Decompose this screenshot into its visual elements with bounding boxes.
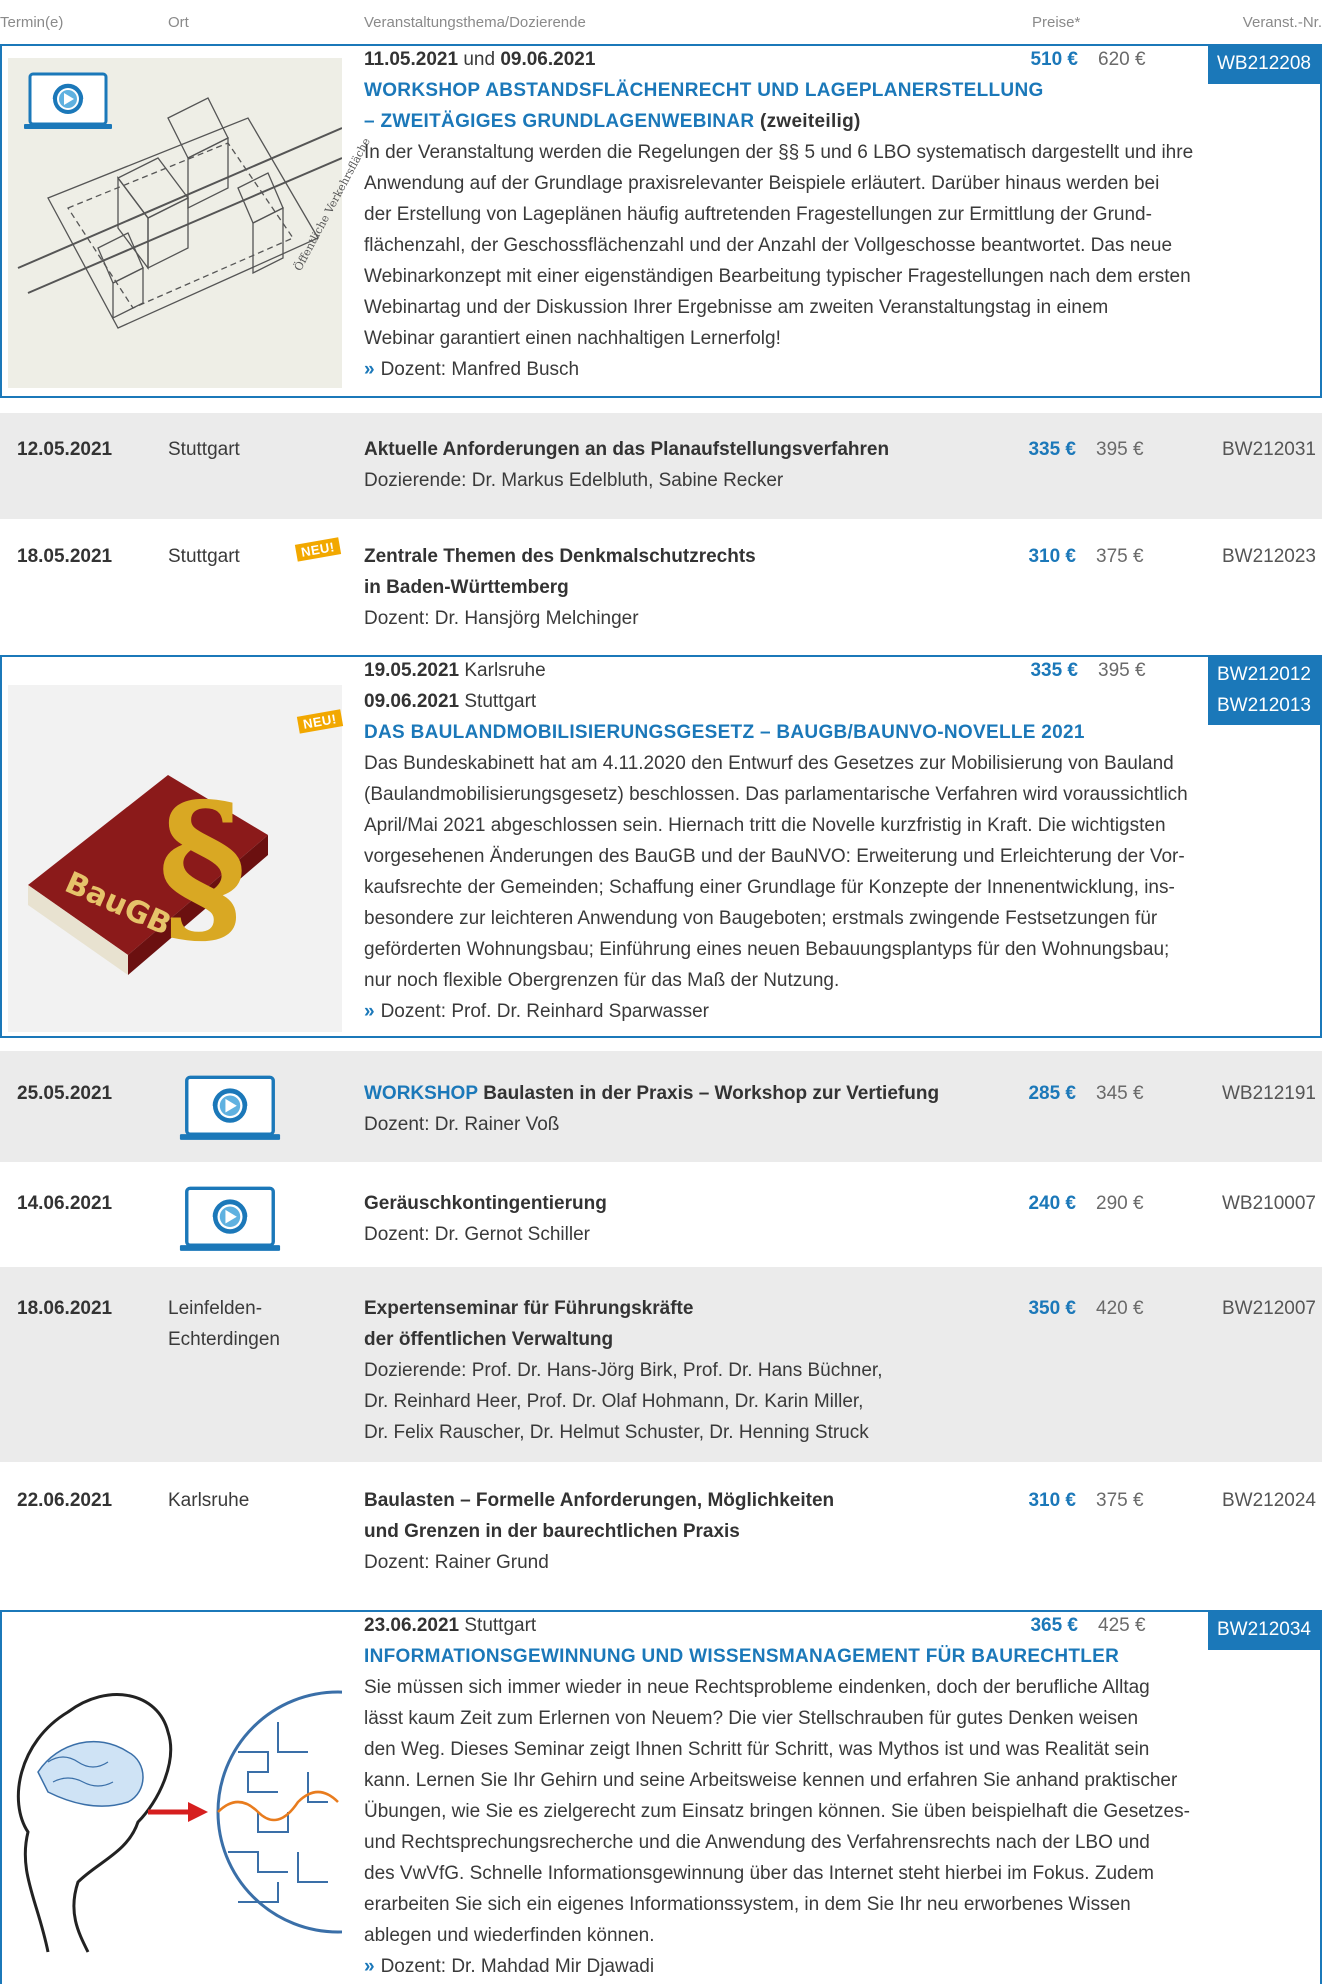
event-dates: 11.05.2021 und 09.06.2021 <box>364 49 596 70</box>
price-regular: 345 € <box>1096 1083 1144 1104</box>
price-members: 335 € <box>1028 439 1076 460</box>
price-members: 510 € <box>1030 49 1078 70</box>
event-speaker: Dozent: Dr. Gernot Schiller <box>364 1224 590 1245</box>
event-title-line2: in Baden-Württemberg <box>364 577 569 598</box>
event-place: Leinfelden- <box>168 1298 263 1319</box>
event-title: Aktuelle Anforderungen an das Planaufste… <box>364 439 890 460</box>
webinar-laptop-icon <box>178 1075 282 1141</box>
event-place: Stuttgart <box>168 546 240 567</box>
event-speaker: Dozent: Dr. Rainer Voß <box>364 1114 560 1135</box>
event-row-planaufstellung: 12.05.2021 Stuttgart Aktuelle Anforderun… <box>0 413 1322 519</box>
event-number-badge: WB212208 <box>1208 44 1320 84</box>
event-place: Stuttgart <box>168 439 240 460</box>
price-members: 285 € <box>1028 1083 1076 1104</box>
event-row-baulasten-workshop: 25.05.2021 WORKSHOP Baulasten in der Pra… <box>0 1051 1322 1162</box>
event-speaker: Dozent: Dr. Hansjörg Melchinger <box>364 608 639 629</box>
price-regular: 395 € <box>1096 439 1144 460</box>
price-regular: 375 € <box>1096 546 1144 567</box>
header-termin: Termin(e) <box>0 14 64 31</box>
event-speaker: » Dozent: Manfred Busch <box>364 359 580 380</box>
event-row-expertenseminar: 18.06.2021 Leinfelden- Echterdingen Expe… <box>0 1267 1322 1462</box>
event-number-badge: BW212012 BW212013 <box>1208 655 1320 725</box>
price-regular: 395 € <box>1098 660 1146 681</box>
event-description: Das Bundeskabinett hat am 4.11.2020 den … <box>364 748 1188 1027</box>
event-date-1: 19.05.2021 Karlsruhe <box>364 660 546 681</box>
baugb-book-drawing: BauGB § <box>28 766 268 975</box>
price-members: 310 € <box>1028 1490 1076 1511</box>
event-speaker: Dozent: Rainer Grund <box>364 1552 549 1573</box>
event-title-line2: – ZWEITÄGIGES GRUNDLAGENWEBINAR (zweitei… <box>364 111 861 132</box>
event-title-line2: und Grenzen in der baurechtlichen Praxis <box>364 1521 740 1542</box>
price-regular: 290 € <box>1096 1193 1144 1214</box>
webinar-laptop-icon <box>178 1186 282 1252</box>
header-ort: Ort <box>168 14 189 31</box>
header-nr: Veranst.-Nr. <box>1242 14 1322 31</box>
price-members: 240 € <box>1028 1193 1076 1214</box>
event-date: 18.06.2021 <box>17 1298 113 1319</box>
event-speaker: » Dozent: Prof. Dr. Reinhard Sparwasser <box>364 1001 709 1022</box>
event-title: Baulasten – Formelle Anforderungen, Mögl… <box>364 1490 835 1511</box>
event-speakers: Dozierende: Prof. Dr. Hans-Jörg Birk, Pr… <box>364 1360 883 1443</box>
event-date: 12.05.2021 <box>17 439 113 460</box>
event-image-lageplan: Öffentliche Verkehrsfläche <box>8 58 373 388</box>
event-number: BW212024 <box>1221 1490 1316 1511</box>
event-date: 23.06.2021 Stuttgart <box>364 1615 537 1636</box>
event-row-geraeuschkontingentierung: 14.06.2021 Geräuschkontingentierung Doze… <box>0 1162 1322 1267</box>
price-regular: 620 € <box>1098 49 1146 70</box>
event-title: WORKSHOP ABSTANDSFLÄCHENRECHT UND LAGEPL… <box>364 80 1044 101</box>
event-title: INFORMATIONSGEWINNUNG UND WISSENSMANAGEM… <box>364 1646 1120 1667</box>
event-title: Geräuschkontingentierung <box>364 1193 607 1214</box>
event-row-baulasten-grenzen: 22.06.2021 Karlsruhe Baulasten – Formell… <box>0 1462 1322 1598</box>
price-members: 335 € <box>1030 660 1078 681</box>
webinar-laptop-icon <box>24 72 112 130</box>
event-title: WORKSHOP Baulasten in der Praxis – Works… <box>364 1083 940 1104</box>
price-regular: 375 € <box>1096 1490 1144 1511</box>
event-card-abstandsflaechen: Öffentliche Verkehrsfläche 11.05.2021 un… <box>0 44 1322 398</box>
header-preise: Preise* <box>1032 14 1081 31</box>
event-description: Sie müssen sich immer wieder in neue Rec… <box>364 1672 1190 1982</box>
svg-text:§: § <box>158 766 247 966</box>
event-row-denkmalschutz: 18.05.2021 Stuttgart NEU! Zentrale Theme… <box>0 519 1322 653</box>
event-number: BW212031 <box>1221 439 1316 460</box>
event-date-2: 09.06.2021 Stuttgart <box>364 691 537 712</box>
new-badge: NEU! <box>294 537 341 562</box>
event-title-line2: der öffentlichen Verwaltung <box>364 1329 614 1350</box>
arrow-icon: » <box>364 1001 375 1022</box>
event-card-informationsgewinnung: 23.06.2021 Stuttgart 365 € 425 € BW21203… <box>0 1610 1322 1984</box>
event-title: DAS BAULANDMOBILISIERUNGSGESETZ – BAUGB/… <box>364 722 1085 743</box>
price-members: 310 € <box>1028 546 1076 567</box>
event-title: Expertenseminar für Führungskräfte <box>364 1298 694 1319</box>
event-date: 25.05.2021 <box>17 1083 113 1104</box>
event-number: WB212191 <box>1221 1083 1316 1104</box>
event-speaker: Dozierende: Dr. Markus Edelbluth, Sabine… <box>364 470 784 491</box>
price-regular: 420 € <box>1096 1298 1144 1319</box>
event-number: BW212023 <box>1221 546 1316 567</box>
event-date: 14.06.2021 <box>17 1193 113 1214</box>
brain-maze-drawing <box>16 1690 460 1953</box>
event-image-brain <box>8 1652 460 1978</box>
event-title: Zentrale Themen des Denkmalschutzrechts <box>364 546 756 567</box>
price-members: 350 € <box>1028 1298 1076 1319</box>
arrow-icon: » <box>364 359 375 380</box>
event-number-badge: BW212034 <box>1208 1610 1320 1650</box>
table-header: Termin(e) Ort Veranstaltungsthema/Dozier… <box>0 0 1322 42</box>
event-image-baugb: BauGB § <box>8 685 342 1032</box>
event-number: WB210007 <box>1221 1193 1316 1214</box>
event-date: 18.05.2021 <box>17 546 113 567</box>
price-members: 365 € <box>1030 1615 1078 1636</box>
header-thema: Veranstaltungsthema/Dozierende <box>364 14 586 31</box>
event-description: In der Veranstaltung werden die Regelung… <box>364 137 1193 385</box>
event-number: BW212007 <box>1221 1298 1316 1319</box>
event-speaker: » Dozent: Dr. Mahdad Mir Djawadi <box>364 1956 655 1977</box>
event-place-line2: Echterdingen <box>168 1329 280 1350</box>
price-regular: 425 € <box>1098 1615 1146 1636</box>
arrow-icon: » <box>364 1956 375 1977</box>
event-card-baulandmobilisierung: BauGB § NEU! 19.05.2021 Karlsruhe 09.06.… <box>0 655 1322 1038</box>
event-date: 22.06.2021 <box>17 1490 113 1511</box>
event-place: Karlsruhe <box>168 1490 250 1511</box>
